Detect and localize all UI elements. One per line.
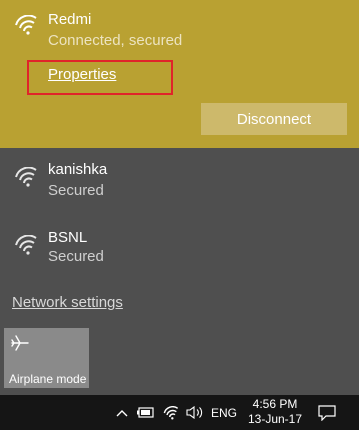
- wifi-signal-icon: [14, 15, 38, 35]
- network-item-kanishka[interactable]: kanishka Secured: [0, 152, 359, 212]
- battery-icon[interactable]: [136, 395, 156, 430]
- airplane-icon: [11, 334, 29, 352]
- connected-network-panel[interactable]: Redmi Connected, secured Properties Disc…: [0, 0, 359, 148]
- clock-date: 13-Jun-17: [247, 412, 303, 426]
- connected-network-status: Connected, secured: [48, 32, 183, 49]
- wifi-tray-icon[interactable]: [161, 395, 181, 430]
- action-center-icon[interactable]: [314, 395, 340, 430]
- network-settings-link[interactable]: Network settings: [12, 294, 123, 311]
- properties-link[interactable]: Properties: [48, 66, 116, 83]
- wifi-signal-icon: [14, 235, 38, 255]
- taskbar: ENG 4:56 PM 13-Jun-17: [0, 395, 359, 430]
- airplane-mode-tile[interactable]: Airplane mode: [4, 328, 89, 388]
- clock[interactable]: 4:56 PM 13-Jun-17: [240, 397, 310, 427]
- wifi-signal-icon: [14, 167, 38, 187]
- volume-icon[interactable]: [184, 395, 206, 430]
- connected-network-name: Redmi: [48, 11, 92, 28]
- network-name: kanishka: [48, 161, 108, 178]
- network-flyout: Redmi Connected, secured Properties Disc…: [0, 0, 359, 395]
- airplane-mode-label: Airplane mode: [9, 372, 87, 386]
- language-indicator[interactable]: ENG: [210, 395, 238, 430]
- network-status: Secured: [48, 182, 104, 199]
- network-status: Secured: [48, 248, 104, 265]
- clock-time: 4:56 PM: [252, 397, 298, 411]
- network-name: BSNL: [48, 229, 88, 246]
- network-item-bsnl[interactable]: BSNL Secured: [0, 220, 359, 280]
- chevron-up-icon[interactable]: [114, 395, 130, 430]
- disconnect-button[interactable]: Disconnect: [201, 103, 347, 135]
